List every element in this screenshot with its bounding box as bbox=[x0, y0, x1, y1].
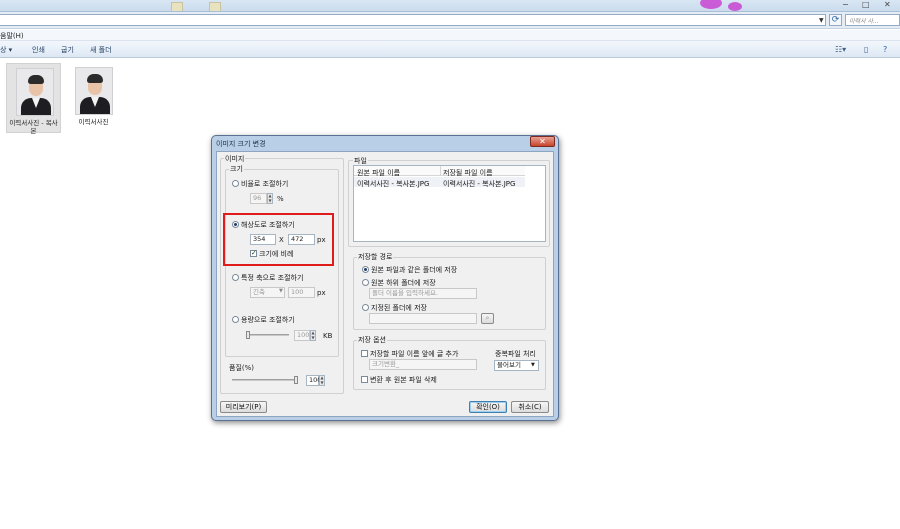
column-separator bbox=[440, 166, 441, 176]
file-name: 이력서사진 bbox=[78, 118, 109, 126]
sub-folder-input[interactable]: 폴더 이름을 입력하세요. bbox=[369, 288, 477, 299]
same-folder-radio[interactable] bbox=[362, 266, 369, 273]
ratio-spinner[interactable]: ▲ ▼ bbox=[267, 193, 273, 204]
quality-slider-knob[interactable] bbox=[294, 376, 298, 384]
browse-folder-button[interactable]: ⌕ bbox=[481, 313, 494, 324]
photo-thumbnail-icon bbox=[75, 67, 113, 115]
photo-thumbnail-icon bbox=[16, 68, 54, 116]
help-icon[interactable]: ? bbox=[883, 45, 887, 54]
custom-folder-label: 지정된 폴더에 저장 bbox=[371, 304, 427, 312]
highlight-box bbox=[223, 213, 334, 266]
toolbar-share-label: 상 bbox=[0, 46, 7, 54]
quality-input[interactable]: 100 bbox=[306, 375, 321, 386]
save-options-title: 저장 옵션 bbox=[357, 335, 387, 345]
delete-original-label: 변환 후 원본 파일 삭제 bbox=[370, 376, 437, 384]
menu-help[interactable]: 움말(H) bbox=[0, 31, 24, 41]
dialog-title: 이미지 크기 변경 bbox=[216, 140, 266, 148]
ratio-input[interactable]: 96 bbox=[250, 193, 267, 204]
folder-thumbnail-icon bbox=[171, 2, 183, 11]
ratio-unit: % bbox=[277, 195, 284, 203]
preview-pane-icon[interactable]: ▯ bbox=[864, 45, 868, 54]
folder-thumbnail-icon bbox=[209, 2, 221, 11]
command-bar bbox=[0, 41, 900, 58]
image-group-title: 이미지 bbox=[224, 154, 246, 164]
capacity-radio[interactable] bbox=[232, 316, 239, 323]
chevron-down-icon[interactable]: ▼ bbox=[819, 17, 824, 24]
menu-bar bbox=[0, 30, 900, 41]
capacity-slider-knob[interactable] bbox=[246, 331, 250, 339]
axis-input[interactable]: 100 bbox=[288, 287, 315, 298]
capacity-input[interactable]: 100 bbox=[294, 330, 310, 341]
file-item[interactable]: 이력서사진 bbox=[66, 63, 121, 133]
ratio-option-label: 비율로 조절하기 bbox=[241, 180, 289, 188]
chevron-down-icon: ▼ bbox=[279, 288, 283, 294]
capacity-unit: KB bbox=[323, 332, 333, 340]
delete-original-checkbox[interactable] bbox=[361, 376, 368, 383]
file-item[interactable]: 이력서사진 - 복사본 bbox=[6, 63, 61, 135]
quality-label: 품질(%) bbox=[229, 364, 254, 372]
toolbar-new-folder[interactable]: 새 폴더 bbox=[90, 45, 112, 55]
maximize-icon[interactable]: □ bbox=[862, 0, 870, 9]
prefix-label: 저장할 파일 이름 앞에 글 추가 bbox=[370, 350, 459, 358]
dialog-close-button[interactable]: ✕ bbox=[530, 136, 555, 147]
toolbar-print[interactable]: 인쇄 bbox=[32, 45, 45, 55]
wallpaper-blot bbox=[728, 2, 742, 11]
file-row-original: 이력서사진 - 복사본.JPG bbox=[357, 180, 430, 188]
file-row-save: 이력서사진 - 복사본.JPG bbox=[443, 180, 516, 188]
address-bar[interactable] bbox=[0, 14, 826, 26]
axis-radio[interactable] bbox=[232, 274, 239, 281]
axis-option-label: 특정 축으로 조절하기 bbox=[241, 274, 304, 282]
chevron-down-icon[interactable]: ▼ bbox=[531, 362, 535, 368]
size-subgroup-title: 크기 bbox=[229, 164, 244, 174]
quality-slider-track[interactable] bbox=[232, 379, 298, 381]
minimize-icon[interactable]: − bbox=[842, 0, 849, 9]
prefix-checkbox[interactable] bbox=[361, 350, 368, 357]
same-folder-label: 원본 파일과 같은 폴더에 저장 bbox=[371, 266, 458, 274]
close-icon[interactable]: ✕ bbox=[884, 0, 891, 9]
cancel-button[interactable]: 취소(C) bbox=[511, 401, 549, 413]
view-options-icon[interactable]: ☷▾ bbox=[835, 45, 846, 54]
capacity-slider-track[interactable] bbox=[246, 334, 289, 336]
save-path-title: 저장할 경로 bbox=[357, 252, 394, 262]
preview-button[interactable]: 미리보기(P) bbox=[220, 401, 267, 413]
toolbar-burn[interactable]: 굽기 bbox=[61, 45, 74, 55]
prefix-input[interactable]: 크기변환_ bbox=[369, 359, 477, 370]
wallpaper-blot bbox=[700, 0, 722, 9]
quality-spinner[interactable]: ▲ ▼ bbox=[319, 375, 325, 386]
axis-px-unit: px bbox=[317, 289, 326, 297]
custom-folder-radio[interactable] bbox=[362, 304, 369, 311]
sub-folder-label: 원본 하위 폴더에 저장 bbox=[371, 279, 436, 287]
duplicate-title: 중복파일 처리 bbox=[495, 350, 536, 358]
refresh-icon[interactable]: ⟳ bbox=[829, 14, 842, 26]
sub-folder-radio[interactable] bbox=[362, 279, 369, 286]
custom-folder-input[interactable] bbox=[369, 313, 477, 324]
capacity-spinner[interactable]: ▲ ▼ bbox=[310, 330, 316, 341]
search-placeholder: 이력서 사... bbox=[849, 18, 879, 25]
ratio-radio[interactable] bbox=[232, 180, 239, 187]
file-name: 이력서사진 - 복사본 bbox=[9, 119, 58, 135]
ok-button[interactable]: 확인(O) bbox=[469, 401, 507, 413]
explorer-title-bar bbox=[0, 0, 900, 12]
capacity-option-label: 용량으로 조절하기 bbox=[241, 316, 295, 324]
toolbar-share[interactable]: 상 ▾ bbox=[0, 45, 12, 55]
